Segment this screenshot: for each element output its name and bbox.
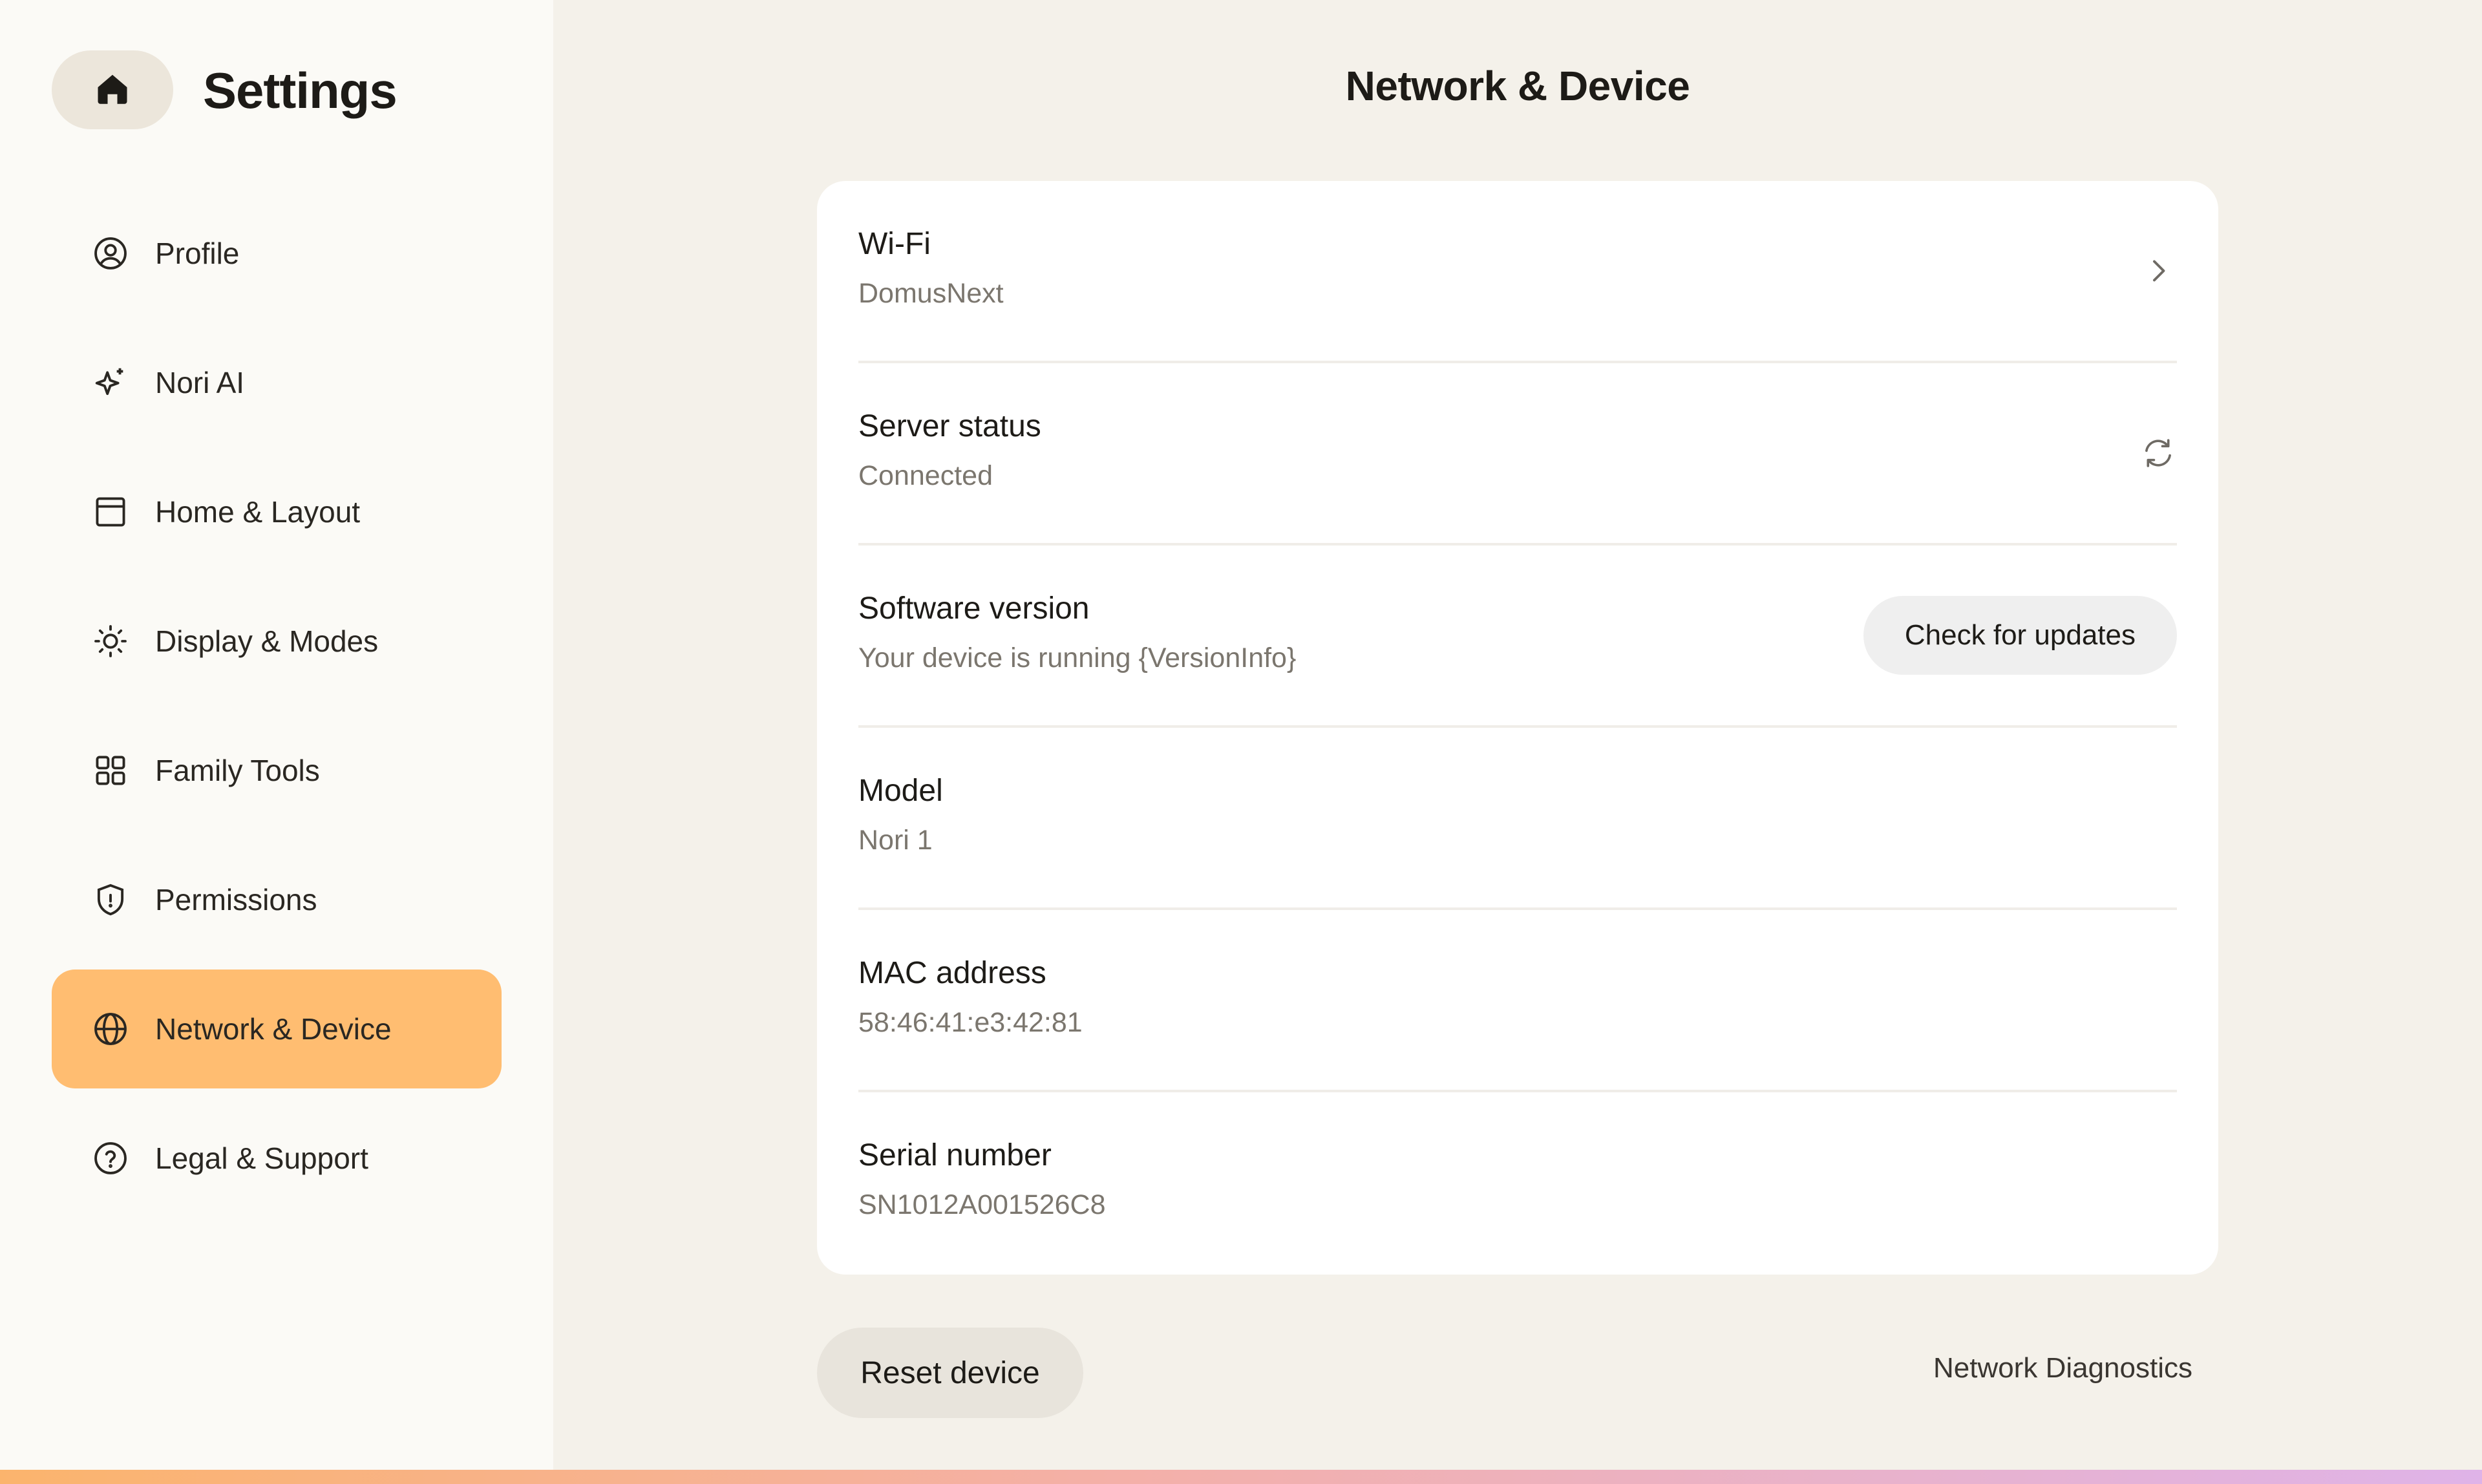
sidebar-item-permissions[interactable]: Permissions (52, 840, 502, 959)
row-value: SN1012A001526C8 (858, 1189, 1106, 1220)
sidebar-item-display-modes[interactable]: Display & Modes (52, 582, 502, 701)
settings-app: Settings Profile Nori AI Home & Layout D… (0, 0, 2482, 1484)
main-panel: Network & Device Wi-Fi DomusNext Server … (553, 0, 2482, 1484)
chevron-right-icon[interactable] (2139, 252, 2177, 290)
row-title: Software version (858, 591, 1090, 626)
network-diagnostics-link[interactable]: Network Diagnostics (1933, 1352, 2192, 1384)
check-for-updates-button[interactable]: Check for updates (1863, 596, 2177, 675)
server-status-row: Server status Connected (858, 363, 2177, 546)
model-row: Model Nori 1 (858, 728, 2177, 910)
sidebar-item-label: Home & Layout (155, 495, 361, 529)
globe-icon (92, 1010, 129, 1048)
sidebar-item-network-device[interactable]: Network & Device (52, 970, 502, 1088)
row-title: Server status (858, 409, 1041, 443)
row-value: Connected (858, 460, 993, 491)
grid-icon (92, 752, 129, 789)
sidebar-item-legal-support[interactable]: Legal & Support (52, 1099, 502, 1218)
user-circle-icon (92, 235, 129, 272)
sidebar: Settings Profile Nori AI Home & Layout D… (0, 0, 553, 1484)
sidebar-item-profile[interactable]: Profile (52, 194, 502, 313)
shield-icon (92, 881, 129, 918)
row-title: MAC address (858, 956, 1046, 990)
home-icon (93, 69, 132, 111)
row-value: DomusNext (858, 278, 1004, 309)
sidebar-item-label: Family Tools (155, 754, 320, 787)
row-title: Wi-Fi (858, 227, 931, 261)
reset-device-button[interactable]: Reset device (817, 1328, 1083, 1418)
home-button[interactable] (52, 50, 173, 129)
sidebar-item-family-tools[interactable]: Family Tools (52, 711, 502, 830)
row-value: Nori 1 (858, 825, 933, 856)
sidebar-item-home-layout[interactable]: Home & Layout (52, 452, 502, 571)
sidebar-title: Settings (203, 62, 398, 119)
refresh-icon[interactable] (2139, 434, 2177, 472)
settings-card: Wi-Fi DomusNext Server status Connected … (817, 181, 2218, 1275)
page-title: Network & Device (1345, 63, 1690, 109)
sidebar-item-label: Display & Modes (155, 624, 379, 658)
mac-address-row: MAC address 58:46:41:e3:42:81 (858, 910, 2177, 1092)
sidebar-item-label: Nori AI (155, 366, 245, 399)
sidebar-item-label: Network & Device (155, 1012, 392, 1046)
sidebar-item-nori-ai[interactable]: Nori AI (52, 323, 502, 442)
wifi-row[interactable]: Wi-Fi DomusNext (858, 181, 2177, 363)
sparkle-icon (92, 364, 129, 401)
layout-icon (92, 493, 129, 531)
help-circle-icon (92, 1140, 129, 1177)
bottom-gradient-bar (0, 1470, 2482, 1484)
row-title: Model (858, 774, 943, 808)
row-title: Serial number (858, 1138, 1052, 1172)
sidebar-item-label: Profile (155, 237, 240, 270)
serial-number-row: Serial number SN1012A001526C8 (858, 1092, 2177, 1275)
row-value: 58:46:41:e3:42:81 (858, 1007, 1083, 1038)
sidebar-nav: Profile Nori AI Home & Layout Display & … (52, 194, 502, 1228)
sidebar-item-label: Legal & Support (155, 1141, 368, 1175)
sun-icon (92, 622, 129, 660)
sidebar-item-label: Permissions (155, 883, 317, 917)
software-version-row: Software version Your device is running … (858, 546, 2177, 728)
row-value: Your device is running {VersionInfo} (858, 642, 1297, 673)
